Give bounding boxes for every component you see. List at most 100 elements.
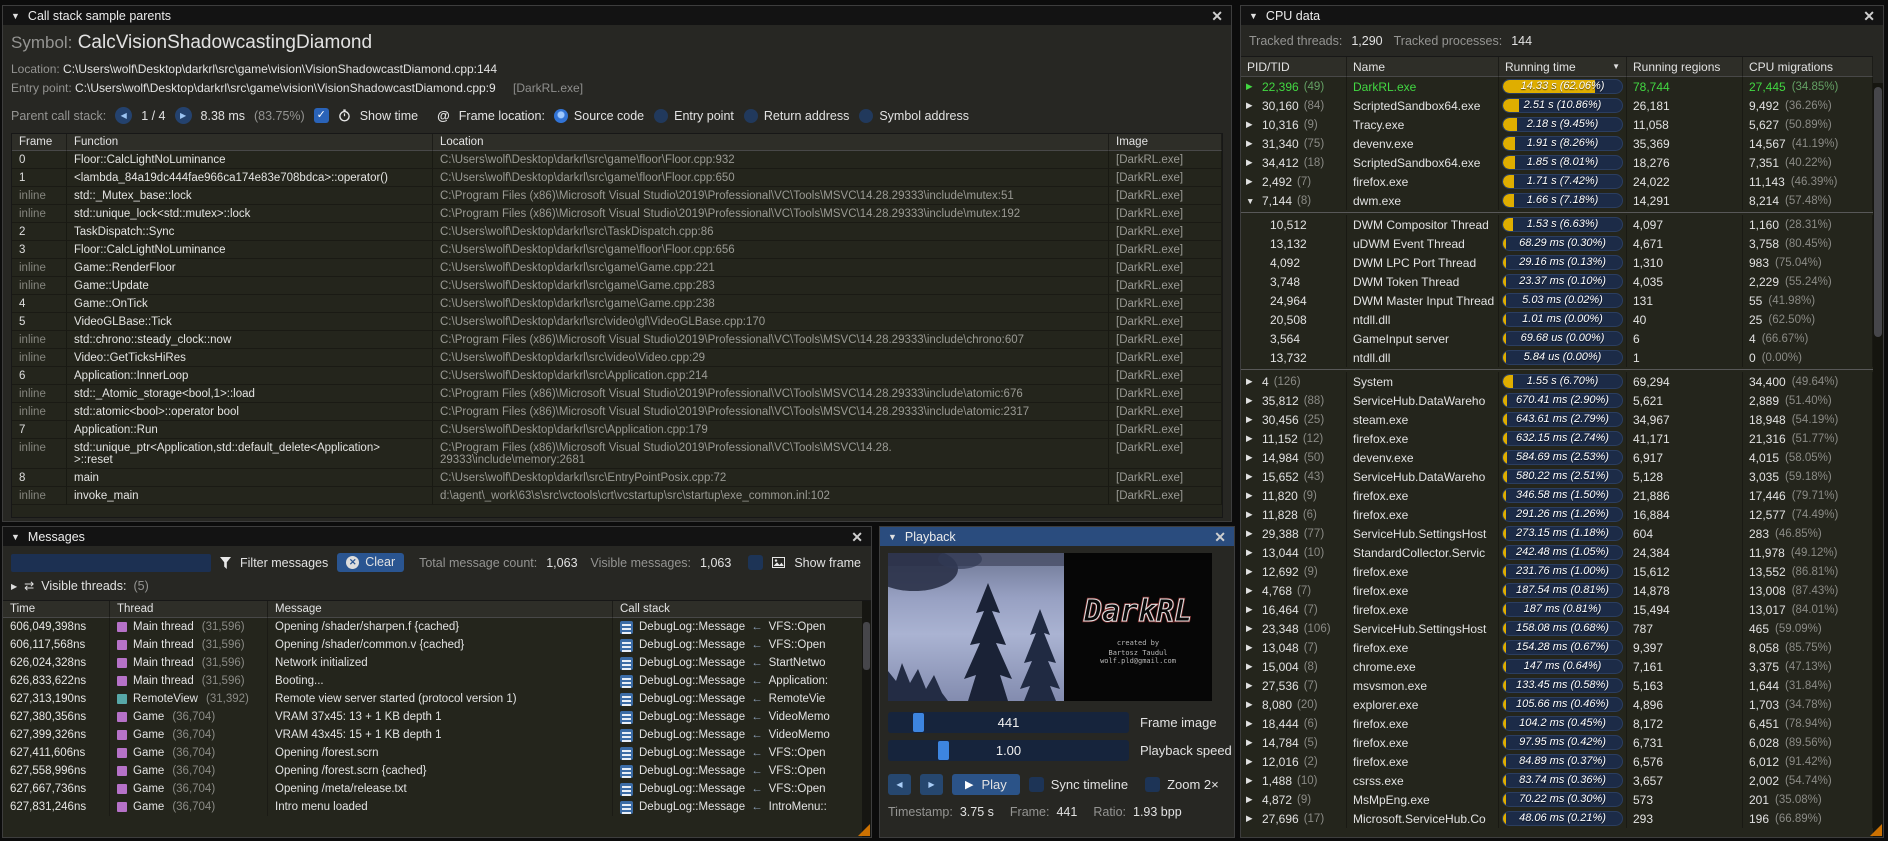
messages-scrollbar-thumb[interactable] xyxy=(863,622,870,670)
cpu-process-row[interactable]: ▶ 4,768 (7) firefox.exe 187.54 ms (0.81%… xyxy=(1241,581,1873,600)
expand-icon[interactable]: ▶ xyxy=(1246,794,1257,805)
expand-icon[interactable]: ▶ xyxy=(1246,718,1257,729)
expand-icon[interactable]: ▶ xyxy=(1246,737,1257,748)
callstack-icon[interactable] xyxy=(620,783,633,796)
col-time[interactable]: Time xyxy=(3,601,110,618)
cpu-process-row[interactable]: 4,092 DWM LPC Port Thread 29.16 ms (0.13… xyxy=(1241,253,1873,272)
callstack-icon[interactable] xyxy=(620,639,633,652)
cpu-process-row[interactable]: ▶ 23,348 (106) ServiceHub.SettingsHost 1… xyxy=(1241,619,1873,638)
cpu-process-row[interactable]: ▶ 30,160 (84) ScriptedSandbox64.exe 2.51… xyxy=(1241,96,1873,115)
message-row[interactable]: 606,117,568ns Main thread (31,596) Openi… xyxy=(3,636,871,654)
cpu-process-row[interactable]: ▶ 27,536 (7) msvsmon.exe 133.45 ms (0.58… xyxy=(1241,676,1873,695)
step-back-button[interactable]: ◀ xyxy=(888,774,911,795)
expand-icon[interactable]: ▼ xyxy=(1246,196,1257,206)
function-name[interactable]: std::unique_ptr<Application,std::default… xyxy=(67,439,433,469)
source-location[interactable]: C:\Program Files (x86)\Microsoft Visual … xyxy=(433,205,1109,223)
expand-icon[interactable]: ▶ xyxy=(1246,471,1257,482)
radio-icon[interactable] xyxy=(859,109,873,123)
col-thread[interactable]: Thread xyxy=(110,601,268,618)
expand-icon[interactable]: ▶ xyxy=(1246,100,1257,111)
col-message[interactable]: Message xyxy=(268,601,613,618)
callstack-table-row[interactable]: 3 Floor::CalcLightNoLuminance C:\Users\w… xyxy=(12,241,1222,259)
callstack-table-row[interactable]: 0 Floor::CalcLightNoLuminance C:\Users\w… xyxy=(12,151,1222,169)
message-callstack[interactable]: DebugLog::Message ← VideoMemo xyxy=(613,708,871,726)
messages-scrollbar[interactable] xyxy=(862,601,871,837)
message-row[interactable]: 627,411,606ns Game (36,704) Opening /for… xyxy=(3,744,871,762)
playback-speed-slider[interactable]: 1.00 xyxy=(888,740,1129,761)
callstack-icon[interactable] xyxy=(620,801,633,814)
callstack-titlebar[interactable]: ▼ Call stack sample parents ✕ xyxy=(3,6,1231,25)
source-location[interactable]: C:\Users\wolf\Desktop\darkrl\src\game\Ga… xyxy=(433,295,1109,313)
expand-icon[interactable]: ▶ xyxy=(1246,756,1257,767)
radio-icon[interactable] xyxy=(744,109,758,123)
source-location[interactable]: C:\Users\wolf\Desktop\darkrl\src\Applica… xyxy=(433,421,1109,439)
cpu-process-row[interactable]: 20,508 ntdll.dll 1.01 ms (0.00%) 40 25 (… xyxy=(1241,310,1873,329)
callstack-table-row[interactable]: inline std::chrono::steady_clock::now C:… xyxy=(12,331,1222,349)
source-location[interactable]: C:\Program Files (x86)\Microsoft Visual … xyxy=(433,187,1109,205)
cpu-process-row[interactable]: ▶ 11,828 (6) firefox.exe 291.26 ms (1.26… xyxy=(1241,505,1873,524)
close-icon[interactable]: ✕ xyxy=(1214,530,1226,544)
expand-icon[interactable]: ▶ xyxy=(1246,490,1257,501)
source-location[interactable]: C:\Users\wolf\Desktop\darkrl\src\game\fl… xyxy=(433,151,1109,169)
message-row[interactable]: 626,833,622ns Main thread (31,596) Booti… xyxy=(3,672,871,690)
cpu-process-row[interactable]: ▶ 2,492 (7) firefox.exe 1.71 s (7.42%) 2… xyxy=(1241,172,1873,191)
callstack-table-row[interactable]: inline Game::Update C:\Users\wolf\Deskto… xyxy=(12,277,1222,295)
zoom-2x-option[interactable]: Zoom 2× xyxy=(1145,777,1219,792)
source-location[interactable]: C:\Users\wolf\Desktop\darkrl\src\TaskDis… xyxy=(433,223,1109,241)
resize-grip[interactable] xyxy=(1870,824,1882,836)
message-callstack[interactable]: DebugLog::Message ← IntroMenu:: xyxy=(613,798,871,816)
expand-icon[interactable]: ▶ xyxy=(11,582,17,591)
cpu-process-row[interactable]: ▶ 11,152 (12) firefox.exe 632.15 ms (2.7… xyxy=(1241,429,1873,448)
function-name[interactable]: Game::RenderFloor xyxy=(67,259,433,277)
callstack-table-row[interactable]: 2 TaskDispatch::Sync C:\Users\wolf\Deskt… xyxy=(12,223,1222,241)
cpu-process-row[interactable]: ▶ 10,316 (9) Tracy.exe 2.18 s (9.45%) 11… xyxy=(1241,115,1873,134)
expand-icon[interactable]: ▶ xyxy=(1246,138,1257,149)
callstack-table-row[interactable]: inline std::unique_lock<std::mutex>::loc… xyxy=(12,205,1222,223)
prev-callstack-button[interactable]: ◀ xyxy=(115,107,132,124)
callstack-icon[interactable] xyxy=(620,675,633,688)
cpu-process-row[interactable]: ▶ 13,048 (7) firefox.exe 154.28 ms (0.67… xyxy=(1241,638,1873,657)
function-name[interactable]: Application::Run xyxy=(67,421,433,439)
callstack-icon[interactable] xyxy=(620,747,633,760)
next-callstack-button[interactable]: ▶ xyxy=(175,107,192,124)
cpu-col-running-time[interactable]: Running time▼ xyxy=(1499,57,1627,77)
function-name[interactable]: Floor::CalcLightNoLuminance xyxy=(67,151,433,169)
function-name[interactable]: Game::Update xyxy=(67,277,433,295)
function-name[interactable]: VideoGLBase::Tick xyxy=(67,313,433,331)
function-name[interactable]: std::_Atomic_storage<bool,1>::load xyxy=(67,385,433,403)
expand-icon[interactable]: ▶ xyxy=(1246,680,1257,691)
filter-input[interactable] xyxy=(11,554,211,572)
messages-titlebar[interactable]: ▼ Messages ✕ xyxy=(3,527,871,546)
callstack-table-row[interactable]: 4 Game::OnTick C:\Users\wolf\Desktop\dar… xyxy=(12,295,1222,313)
cpu-process-row[interactable]: ▶ 4,872 (9) MsMpEng.exe 70.22 ms (0.30%)… xyxy=(1241,790,1873,809)
function-name[interactable]: std::atomic<bool>::operator bool xyxy=(67,403,433,421)
cpu-process-row[interactable]: 24,964 DWM Master Input Thread 5.03 ms (… xyxy=(1241,291,1873,310)
message-row[interactable]: 626,024,328ns Main thread (31,596) Netwo… xyxy=(3,654,871,672)
message-callstack[interactable]: DebugLog::Message ← VFS::Open xyxy=(613,780,871,798)
source-location[interactable]: d:\agent\_work\63\s\src\vctools\crt\vcst… xyxy=(433,487,1109,505)
source-location[interactable]: C:\Users\wolf\Desktop\darkrl\src\video\V… xyxy=(433,349,1109,367)
close-icon[interactable]: ✕ xyxy=(1863,9,1875,23)
frame-location-radio[interactable]: Symbol address xyxy=(859,109,969,123)
cpu-process-row[interactable]: ▶ 1,488 (10) csrss.exe 83.74 ms (0.36%) … xyxy=(1241,771,1873,790)
close-icon[interactable]: ✕ xyxy=(1211,9,1223,23)
callstack-table-row[interactable]: inline Video::GetTicksHiRes C:\Users\wol… xyxy=(12,349,1222,367)
message-callstack[interactable]: DebugLog::Message ← VFS::Open xyxy=(613,636,871,654)
sync-timeline-option[interactable]: Sync timeline xyxy=(1029,777,1128,792)
radio-icon[interactable] xyxy=(554,109,568,123)
message-row[interactable]: 627,313,190ns RemoteView (31,392) Remote… xyxy=(3,690,871,708)
col-function[interactable]: Function xyxy=(67,134,433,151)
cpu-process-row[interactable]: ▶ 30,456 (25) steam.exe 643.61 ms (2.79%… xyxy=(1241,410,1873,429)
cpu-process-row[interactable]: 13,732 ntdll.dll 5.84 us (0.00%) 1 0 (0.… xyxy=(1241,348,1873,367)
expand-icon[interactable]: ▶ xyxy=(1246,813,1257,824)
cpu-process-row[interactable]: 3,748 DWM Token Thread 23.37 ms (0.10%) … xyxy=(1241,272,1873,291)
function-name[interactable]: Video::GetTicksHiRes xyxy=(67,349,433,367)
callstack-icon[interactable] xyxy=(620,693,633,706)
expand-icon[interactable]: ▶ xyxy=(1246,119,1257,130)
function-name[interactable]: Application::InnerLoop xyxy=(67,367,433,385)
frame-location-radio[interactable]: Return address xyxy=(744,109,849,123)
cpu-process-row[interactable]: ▶ 27,696 (17) Microsoft.ServiceHub.Co 48… xyxy=(1241,809,1873,828)
cpu-process-row[interactable]: ▶ 18,444 (6) firefox.exe 104.2 ms (0.45%… xyxy=(1241,714,1873,733)
message-callstack[interactable]: DebugLog::Message ← VFS::Open xyxy=(613,744,871,762)
show-time-checkbox[interactable]: ✓ xyxy=(314,108,329,123)
